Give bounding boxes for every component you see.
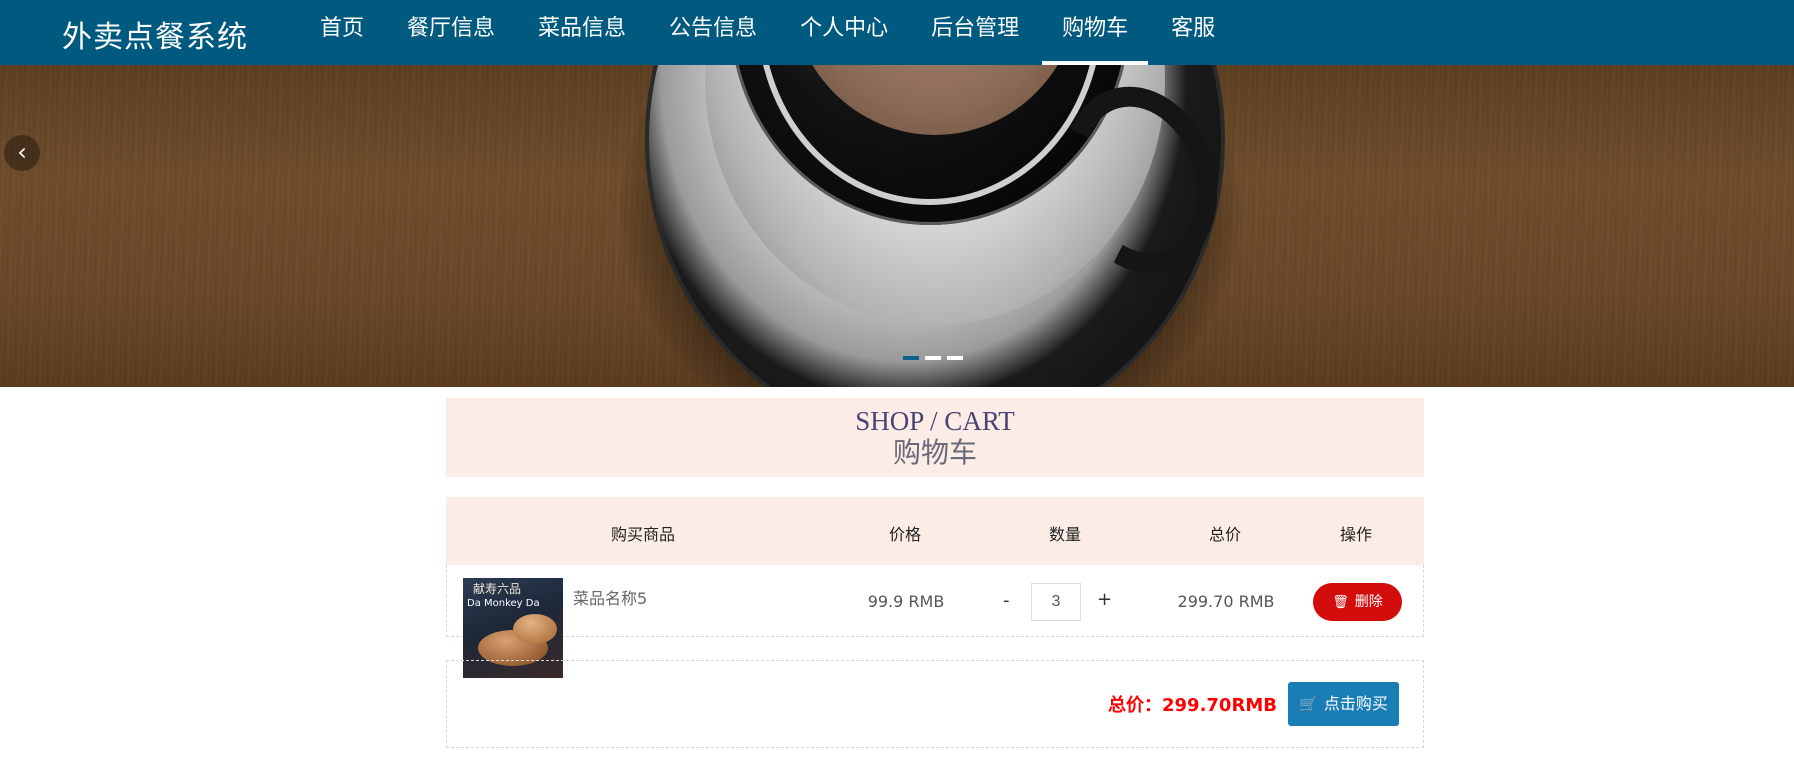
nav-dish-info[interactable]: 菜品信息 [518, 0, 646, 65]
nav-home[interactable]: 首页 [300, 0, 384, 65]
col-action: 操作 [1339, 525, 1373, 544]
trash-icon: 🗑 [1332, 595, 1349, 610]
chevron-left-icon[interactable]: ‹ [4, 135, 40, 171]
checkout-button[interactable]: 🛒 点击购买 [1288, 682, 1399, 726]
site-brand[interactable]: 外卖点餐系统 [62, 12, 248, 56]
dish-thumbnail-subcaption: Da Monkey Da [467, 598, 540, 609]
dish-thumbnail-food-2 [513, 614, 557, 644]
cart-table-header: 购买商品 价格 数量 总价 操作 [446, 497, 1424, 565]
page-title-en: SHOP / CART [855, 406, 1015, 436]
nav-admin[interactable]: 后台管理 [911, 0, 1039, 65]
cart-icon: 🛒 [1299, 695, 1318, 713]
delete-label: 删除 [1354, 594, 1383, 610]
dish-name[interactable]: 菜品名称5 [573, 585, 647, 609]
main-nav: 首页 餐厅信息 菜品信息 公告信息 个人中心 后台管理 购物车 客服 [300, 0, 1238, 65]
quantity-increase-button[interactable]: + [1097, 589, 1112, 610]
page-title-box: SHOP / CART 购物车 [446, 398, 1424, 477]
nav-customer-service[interactable]: 客服 [1151, 0, 1235, 65]
unit-price: 99.9 RMB [867, 592, 945, 611]
nav-restaurant-info[interactable]: 餐厅信息 [387, 0, 515, 65]
col-price: 价格 [888, 525, 922, 544]
cart-footer: 总价：299.70RMB 🛒 点击购买 [446, 660, 1424, 748]
dish-thumbnail-caption: 献寿六品 [473, 582, 522, 596]
nav-cart[interactable]: 购物车 [1042, 0, 1149, 65]
carousel-indicators [903, 356, 963, 360]
carousel-dot-3[interactable] [947, 356, 963, 360]
row-subtotal: 299.70 RMB [1177, 592, 1275, 611]
carousel-dot-1[interactable] [903, 356, 919, 360]
cart-total: 总价：299.70RMB [1108, 695, 1277, 716]
col-quantity: 数量 [1048, 525, 1082, 544]
col-product: 购买商品 [610, 525, 676, 544]
page-title-cn: 购物车 [892, 436, 977, 469]
top-nav-bar: 外卖点餐系统 首页 餐厅信息 菜品信息 公告信息 个人中心 后台管理 购物车 客… [0, 0, 1794, 65]
carousel-dot-2[interactable] [925, 356, 941, 360]
table-row: 献寿六品 Da Monkey Da 菜品名称5 99.9 RMB - + 299… [446, 565, 1424, 678]
checkout-label: 点击购买 [1323, 694, 1388, 713]
col-total: 总价 [1208, 525, 1242, 544]
nav-personal-center[interactable]: 个人中心 [780, 0, 908, 65]
hero-carousel: ‹ [0, 65, 1794, 387]
quantity-input[interactable] [1031, 583, 1081, 621]
quantity-decrease-button[interactable]: - [1003, 590, 1010, 611]
nav-announcements[interactable]: 公告信息 [649, 0, 777, 65]
delete-button[interactable]: 🗑 删除 [1313, 583, 1402, 621]
